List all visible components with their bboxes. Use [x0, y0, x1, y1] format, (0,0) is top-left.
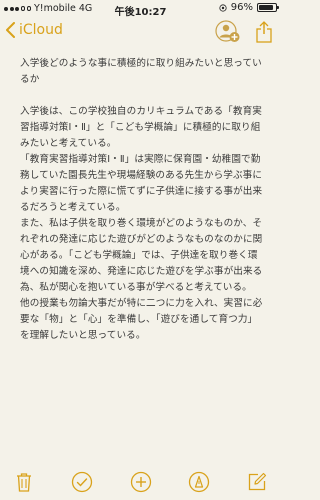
pen-tip-circle-icon — [188, 471, 209, 493]
add-attachment-button[interactable] — [129, 470, 153, 494]
note-paragraph — [20, 88, 266, 104]
delete-button[interactable] — [12, 470, 36, 494]
battery-level-fill — [259, 5, 274, 10]
back-button-label: iCloud — [19, 22, 63, 38]
checklist-button[interactable] — [70, 470, 94, 494]
status-right: 96% — [219, 2, 279, 13]
battery-icon — [257, 3, 279, 12]
location-icon — [219, 3, 227, 12]
trash-icon — [17, 473, 31, 492]
add-person-icon — [215, 20, 240, 42]
compose-button[interactable] — [245, 470, 269, 494]
checkmark-circle-icon — [72, 471, 93, 493]
share-button[interactable] — [255, 21, 273, 43]
plus-circle-icon — [130, 471, 151, 493]
nav-actions — [215, 20, 273, 44]
markup-button[interactable] — [187, 470, 211, 494]
navigation-bar: iCloud — [0, 18, 281, 46]
bottom-toolbar — [0, 464, 281, 500]
note-paragraph: 「教育実習指導対策Ⅰ・Ⅱ」は実際に保育園・幼稚園で勤務していた園長先生や現場経験… — [20, 154, 263, 213]
compose-icon — [248, 472, 267, 491]
note-paragraph: また、私は子供を取り巻く環境がどのようなものか、それぞれの発達に応じた遊びがどの… — [20, 218, 263, 293]
back-button[interactable]: iCloud — [6, 22, 63, 38]
note-paragraph: 他の授業も勿論大事だが特に二つに力を入れ、実習に必要な「物」と「心」を準備し、「… — [20, 298, 263, 341]
battery-percent: 96% — [230, 2, 253, 13]
note-body[interactable]: 入学後どのような事に積極的に取り組みたいと思っているか入学後は、この学校独自のカ… — [20, 56, 266, 344]
note-paragraph: 入学後どのような事に積極的に取り組みたいと思っているか — [20, 58, 262, 85]
add-people-button[interactable] — [215, 20, 241, 44]
chevron-left-icon — [6, 22, 15, 38]
status-bar: Y!mobile 4G 午後10:27 96% — [0, 0, 281, 18]
note-paragraph: 入学後は、この学校独自のカリキュラムである「教育実習指導対策Ⅰ・Ⅱ」と「こども学… — [20, 106, 262, 149]
share-icon — [256, 21, 272, 43]
